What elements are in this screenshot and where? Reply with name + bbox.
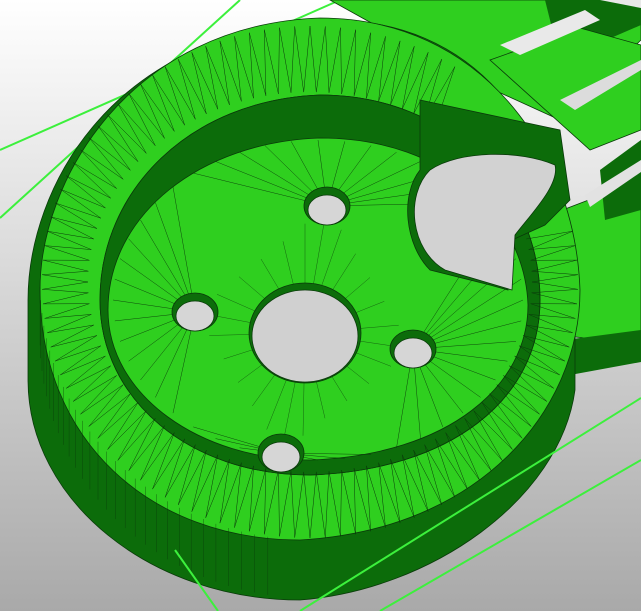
mounting-hole-left — [171, 292, 219, 332]
center-bore — [248, 282, 362, 384]
mounting-hole-right — [389, 329, 437, 369]
3d-viewport[interactable] — [0, 0, 641, 611]
mounting-hole-top — [303, 186, 351, 226]
mounting-hole-bottom — [257, 433, 305, 473]
mesh-render[interactable] — [0, 0, 641, 611]
